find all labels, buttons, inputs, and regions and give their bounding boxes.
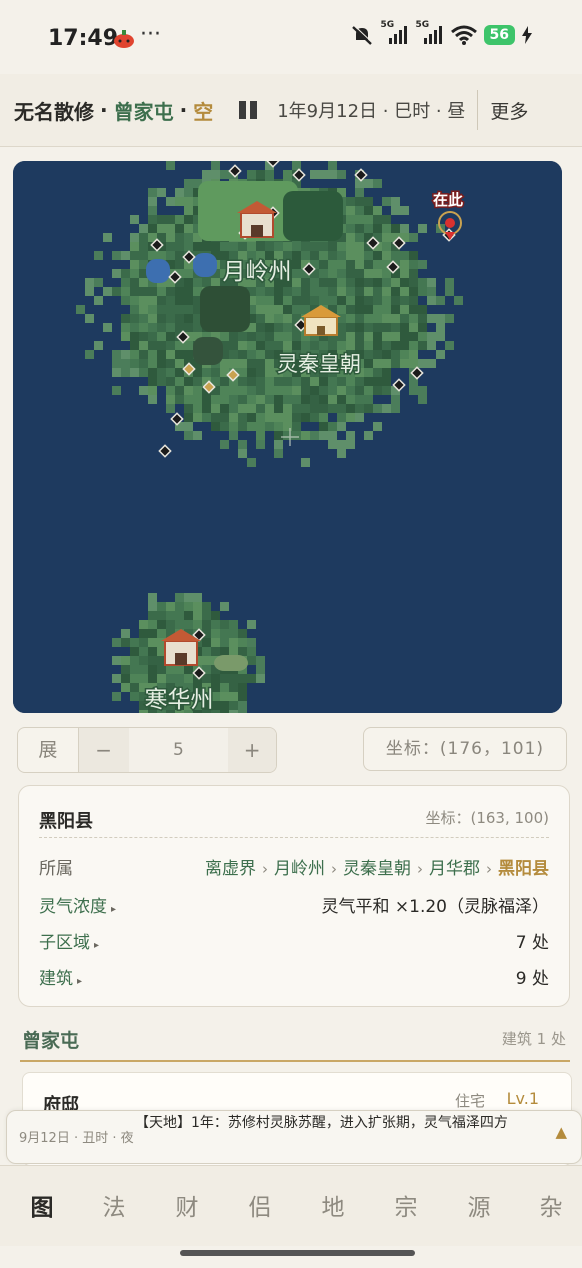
- network-type-label-2: 5G: [415, 20, 430, 30]
- more-button[interactable]: 更多: [490, 97, 528, 124]
- subregion-row[interactable]: 子区域 ▸ 7 处: [39, 928, 549, 956]
- zoom-in-button[interactable]: +: [228, 728, 276, 772]
- charging-icon: [522, 26, 532, 44]
- tab-misc[interactable]: 杂: [521, 1188, 581, 1222]
- pause-icon: [239, 101, 247, 119]
- breadcrumb-current: 黑阳县: [498, 859, 549, 879]
- header-separator: ·: [100, 98, 108, 122]
- subregion-label[interactable]: 子区域 ▸: [39, 928, 99, 953]
- breadcrumb-item[interactable]: 灵秦皇朝: [343, 859, 411, 879]
- wifi-icon: [450, 25, 477, 45]
- zoom-level: 5: [128, 728, 229, 772]
- building-count: 建筑 1 处: [501, 1030, 566, 1048]
- zoom-control: 展 − 5 +: [17, 727, 277, 773]
- pause-button[interactable]: [237, 99, 259, 121]
- tab-technique[interactable]: 法: [84, 1188, 144, 1222]
- chevron-right-icon: ›: [331, 860, 337, 878]
- divider: [39, 837, 549, 838]
- tab-resource[interactable]: 源: [449, 1188, 509, 1222]
- world-map[interactable]: 在此 月岭州 灵秦皇朝 寒华州: [13, 161, 562, 713]
- header-divider: [477, 90, 479, 130]
- building-row[interactable]: 建筑 ▸ 9 处: [39, 964, 549, 992]
- event-time: 9月12日 · 丑时 · 夜: [19, 1131, 134, 1146]
- subregion-label-text: 子区域: [39, 933, 90, 953]
- breadcrumb: 离虚界 › 月岭州 › 灵秦皇朝 › 月华郡 › 黑阳县: [205, 854, 549, 879]
- game-date: 1年9月12日 · 巳时 · 昼: [277, 101, 466, 122]
- region-info-card: 黑阳县 坐标：(163, 100) 所属 离虚界 › 月岭州 › 灵秦皇朝 › 月华郡 › 黑阳…: [18, 785, 570, 1007]
- section-underline: [20, 1060, 570, 1062]
- here-label: 在此: [433, 191, 463, 209]
- building-level: Lv.1: [506, 1089, 539, 1108]
- status-more-icon: ···: [140, 22, 161, 47]
- expand-button[interactable]: 展: [18, 728, 79, 772]
- settlement-title: 曾家屯: [22, 1030, 80, 1052]
- current-location[interactable]: 曾家屯: [114, 96, 174, 125]
- tab-map[interactable]: 图: [12, 1188, 72, 1222]
- status-time: 17:49: [48, 26, 119, 51]
- cellular-signal-icon: 5G: [381, 20, 409, 46]
- expand-arrow-icon: ▸: [111, 904, 117, 915]
- tab-wealth[interactable]: 财: [157, 1188, 217, 1222]
- breadcrumb-item[interactable]: 月华郡: [429, 859, 480, 879]
- building-label-text: 建筑: [39, 969, 73, 989]
- chevron-right-icon: ›: [262, 860, 268, 878]
- breadcrumb-item[interactable]: 月岭州: [274, 859, 325, 879]
- home-indicator: [180, 1250, 415, 1256]
- building-value: 9 处: [515, 969, 549, 989]
- battery-indicator: 56: [483, 25, 515, 45]
- building-type: 住宅: [454, 1092, 485, 1110]
- expand-arrow-icon: ▸: [94, 940, 100, 951]
- expand-log-icon[interactable]: ▲: [555, 1123, 567, 1141]
- mute-icon: [351, 25, 373, 45]
- region-label-north: 月岭州: [223, 259, 292, 285]
- map-canvas[interactable]: 在此 月岭州 灵秦皇朝 寒华州: [13, 161, 562, 713]
- tab-land[interactable]: 地: [303, 1188, 363, 1222]
- region-label-capital: 灵秦皇朝: [277, 352, 361, 376]
- status-indicators: 5G 5G 56: [350, 20, 532, 46]
- region-coordinate: 坐标：(163, 100): [425, 809, 549, 827]
- cursor-coordinate[interactable]: 坐标：(176，101): [363, 727, 567, 771]
- building-label[interactable]: 建筑 ▸: [39, 964, 82, 989]
- network-type-label: 5G: [380, 20, 395, 30]
- region-title: 黑阳县: [39, 811, 93, 832]
- breadcrumb-item[interactable]: 离虚界: [205, 859, 256, 879]
- qi-label[interactable]: 灵气浓度 ▸: [39, 892, 116, 917]
- subregion-value: 7 处: [515, 933, 549, 953]
- event-message: 【天地】1年：苏修村灵脉苏醒，进入扩张期，灵气福泽四方: [135, 1115, 508, 1131]
- qi-row[interactable]: 灵气浓度 ▸ 灵气平和 ×1.20（灵脉福泽）: [39, 892, 549, 920]
- player-state: 空: [193, 99, 214, 124]
- region-label-south: 寒华州: [145, 687, 214, 713]
- expand-arrow-icon: ▸: [77, 976, 83, 987]
- map-controls: 展 − 5 + 坐标：(176，101): [17, 727, 567, 773]
- player-name[interactable]: 无名散修: [14, 96, 94, 125]
- tab-companion[interactable]: 侣: [230, 1188, 290, 1222]
- cellular-signal-icon-2: 5G: [416, 20, 444, 46]
- header-separator-2: ·: [179, 98, 188, 122]
- zoom-out-button[interactable]: −: [78, 728, 129, 772]
- tab-sect[interactable]: 宗: [376, 1188, 436, 1222]
- settlement-section-header: 曾家屯 建筑 1 处: [0, 1018, 582, 1062]
- chevron-right-icon: ›: [486, 860, 492, 878]
- chevron-right-icon: ›: [417, 860, 423, 878]
- event-log-toast[interactable]: 9月12日 · 丑时 · 夜 【天地】1年：苏修村灵脉苏醒，进入扩张期，灵气福泽…: [6, 1110, 582, 1164]
- affiliation-row: 所属 离虚界 › 月岭州 › 灵秦皇朝 › 月华郡 › 黑阳县: [39, 854, 549, 882]
- app-notification-icon: [114, 30, 134, 48]
- affiliation-label: 所属: [39, 859, 73, 879]
- bottom-tab-bar: 图 法 财 侣 地 宗 源 杂: [0, 1165, 582, 1246]
- qi-label-text: 灵气浓度: [39, 897, 107, 917]
- qi-value: 灵气平和 ×1.20（灵脉福泽）: [321, 897, 550, 917]
- status-bar: 17:49 ··· 5G 5G 56: [0, 0, 582, 74]
- game-header: 无名散修 · 曾家屯 · 空 1年9月12日 · 巳时 · 昼 更多: [0, 74, 582, 147]
